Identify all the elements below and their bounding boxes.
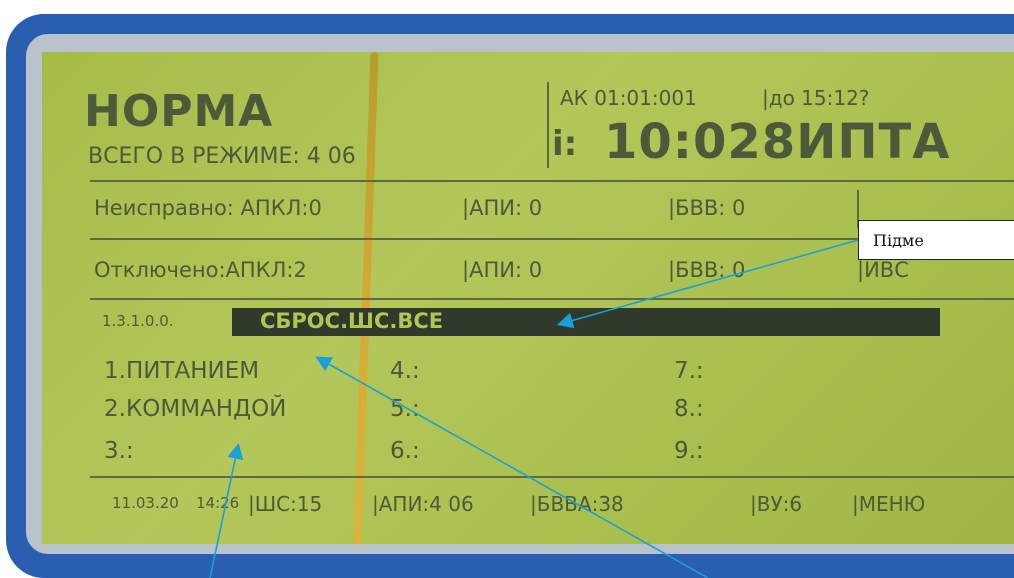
arrow-to-selected bbox=[556, 239, 859, 329]
arrow-to-option-1 bbox=[315, 356, 709, 578]
arrow-to-option-2 bbox=[209, 442, 244, 578]
annotation-arrows bbox=[209, 239, 859, 578]
